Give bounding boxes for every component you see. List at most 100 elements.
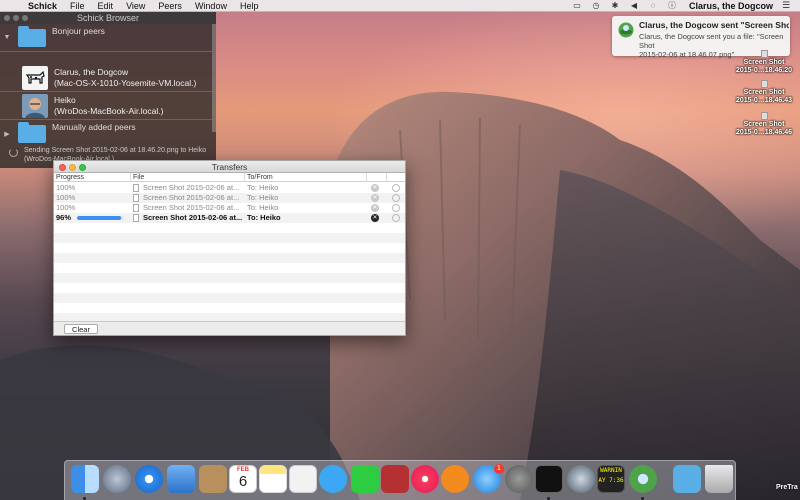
- clear-button[interactable]: Clear: [64, 324, 98, 334]
- progress-fill: [77, 216, 122, 220]
- notes-icon[interactable]: [259, 465, 287, 493]
- airplay-icon[interactable]: ▭: [571, 1, 583, 10]
- transfers-window: Transfers Progress File To/From 100% Scre…: [53, 160, 406, 336]
- menu-edit[interactable]: Edit: [92, 1, 121, 11]
- peer-host: (Mac-OS-X-1010-Yosemite-VM.local.): [54, 77, 197, 88]
- time-machine-icon[interactable]: ◷: [590, 1, 602, 10]
- empty-row: [54, 273, 405, 283]
- browser-titlebar[interactable]: Schick Browser: [0, 12, 216, 24]
- user-avatar-icon: [22, 93, 48, 118]
- table-row[interactable]: 100% Screen Shot 2015-02-06 at... To: Heik…: [54, 193, 405, 203]
- mail-icon[interactable]: [167, 465, 195, 493]
- reveal-in-finder-icon[interactable]: [392, 184, 400, 192]
- browser-scrollbar[interactable]: [212, 24, 216, 132]
- to-from: To: Heiko: [247, 213, 281, 222]
- empty-row: [54, 243, 405, 253]
- empty-row: [54, 223, 405, 233]
- reminders-icon[interactable]: [289, 465, 317, 493]
- facetime-icon[interactable]: [351, 465, 379, 493]
- table-row[interactable]: 100% Screen Shot 2015-02-06 at... To: Heik…: [54, 203, 405, 213]
- terminal-icon[interactable]: [535, 465, 563, 493]
- console-icon[interactable]: WARNIN AY 7:36: [597, 465, 625, 493]
- folder-stack-icon[interactable]: [673, 465, 701, 493]
- menu-file[interactable]: File: [64, 1, 92, 11]
- finder-icon[interactable]: [71, 465, 99, 493]
- transfers-title: Transfers: [211, 162, 248, 172]
- document-icon: [760, 80, 768, 88]
- to-from: To: Heiko: [247, 203, 279, 212]
- desktop-file[interactable]: Screen Shot 2015-0…18.46.46: [734, 112, 794, 137]
- calendar-icon[interactable]: FEB 6: [229, 465, 257, 493]
- transfers-titlebar[interactable]: Transfers: [54, 161, 405, 173]
- close-button[interactable]: [59, 164, 66, 171]
- browser-title: Schick Browser: [76, 13, 139, 23]
- disclosure-open-icon[interactable]: ▼: [0, 34, 14, 41]
- console-time: AY 7:36: [598, 477, 624, 484]
- group-label: Bonjour peers: [52, 26, 105, 36]
- column-header-to-from[interactable]: To/From: [247, 173, 273, 182]
- table-row[interactable]: 96% Screen Shot 2015-02-06 at... To: Heiko…: [54, 213, 405, 223]
- peer-label: Heiko (WroDos-MacBook-Air.local.): [54, 95, 163, 117]
- table-header: Progress File To/From: [54, 173, 405, 182]
- system-preferences-icon[interactable]: [505, 465, 533, 493]
- minimize-button[interactable]: [69, 164, 76, 171]
- volume-icon[interactable]: ◀: [628, 1, 640, 10]
- document-icon: [760, 50, 768, 58]
- cancel-transfer-icon[interactable]: ✕: [371, 184, 379, 192]
- to-from: To: Heiko: [247, 183, 279, 192]
- group-label: Manually added peers: [52, 122, 136, 132]
- app-store-icon[interactable]: 1: [473, 464, 504, 493]
- schick-browser-window: Schick Browser ▼ Bonjour peers Clarus, t…: [0, 12, 216, 168]
- menu-user-name[interactable]: Clarus, the Dogcow: [685, 1, 773, 11]
- zoom-button[interactable]: [79, 164, 86, 171]
- peer-item-clarus[interactable]: Clarus, the Dogcow (Mac-OS-X-1010-Yosemi…: [0, 64, 212, 92]
- contacts-icon[interactable]: [199, 465, 227, 493]
- menu-app-name[interactable]: Schick: [22, 1, 64, 11]
- cancel-transfer-icon[interactable]: ✕: [371, 194, 379, 202]
- menu-window[interactable]: Window: [189, 1, 234, 11]
- peer-item-heiko[interactable]: Heiko (WroDos-MacBook-Air.local.): [0, 92, 212, 120]
- ibooks-icon[interactable]: [441, 465, 469, 493]
- menu-view[interactable]: View: [120, 1, 152, 11]
- group-bonjour-peers[interactable]: ▼ Bonjour peers: [0, 24, 212, 52]
- menu-peers[interactable]: Peers: [152, 1, 189, 11]
- zoom-icon[interactable]: [22, 15, 28, 21]
- column-header-file[interactable]: File: [133, 173, 144, 182]
- desktop-file[interactable]: Screen Shot 2015-0…18.46.20: [734, 50, 794, 75]
- dogcow-avatar-icon: [22, 65, 48, 90]
- file-name: Screen Shot 2015-02-06 at...: [143, 193, 240, 202]
- trash-icon[interactable]: [705, 465, 733, 493]
- notification-title: Clarus, the Dogcow sent "Screen Sho…: [639, 20, 789, 30]
- peer-label: Clarus, the Dogcow (Mac-OS-X-1010-Yosemi…: [54, 67, 196, 89]
- dock: FEB 6 1 WARNIN AY 7:36: [64, 460, 736, 500]
- siri-icon[interactable]: ⓘ: [666, 1, 678, 10]
- reveal-in-finder-icon[interactable]: [392, 194, 400, 202]
- progress-label: 100%: [56, 183, 76, 192]
- safari-icon[interactable]: [135, 465, 163, 493]
- close-icon[interactable]: [4, 15, 10, 21]
- schick-app-icon: [618, 22, 634, 38]
- messages-icon[interactable]: [319, 465, 347, 493]
- reveal-in-finder-icon[interactable]: [392, 214, 400, 222]
- photo-booth-icon[interactable]: [381, 465, 409, 493]
- schick-icon[interactable]: [629, 465, 657, 493]
- table-row[interactable]: 100% Screen Shot 2015-02-06 at... To: Heik…: [54, 183, 405, 193]
- itunes-icon[interactable]: [411, 465, 439, 493]
- empty-row: [54, 233, 405, 243]
- network-globe-icon[interactable]: [567, 465, 595, 493]
- column-header-progress[interactable]: Progress: [56, 173, 84, 182]
- to-from: To: Heiko: [247, 193, 279, 202]
- cancel-transfer-icon[interactable]: ✕: [371, 214, 379, 222]
- bluetooth-icon[interactable]: ✱: [609, 1, 621, 10]
- console-text: WARNIN: [600, 467, 622, 474]
- launchpad-icon[interactable]: [103, 465, 131, 493]
- desktop-file[interactable]: Screen Shot 2015-0…18.46.43: [734, 80, 794, 105]
- progress-label: 100%: [56, 203, 76, 212]
- cancel-transfer-icon[interactable]: ✕: [371, 204, 379, 212]
- menu-help[interactable]: Help: [234, 1, 266, 11]
- notification-center-icon[interactable]: ☰: [780, 1, 792, 10]
- reveal-in-finder-icon[interactable]: [392, 204, 400, 212]
- file-icon: [133, 214, 139, 222]
- minimize-icon[interactable]: [13, 15, 19, 21]
- spotlight-icon[interactable]: ◌: [647, 1, 659, 10]
